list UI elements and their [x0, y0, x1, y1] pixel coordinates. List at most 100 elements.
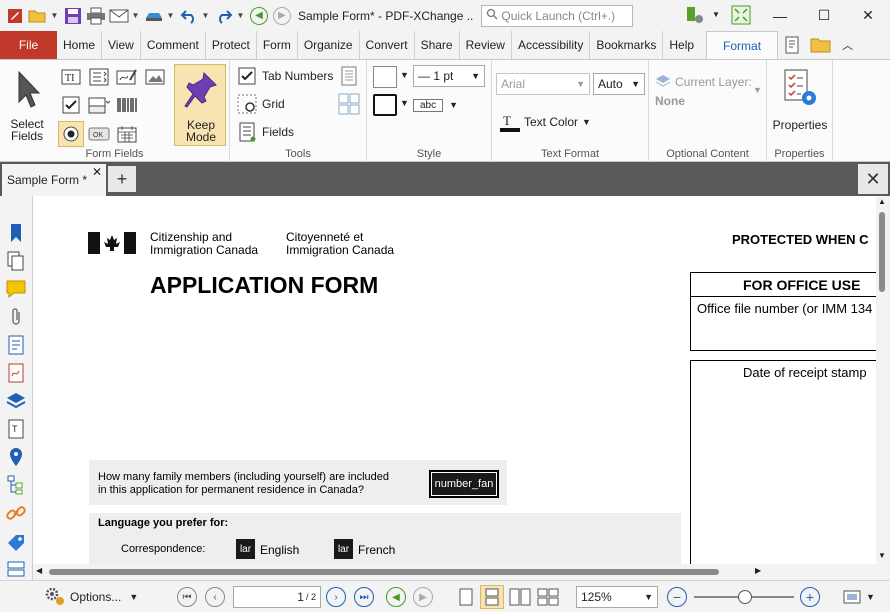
properties-button[interactable]: Properties: [771, 64, 829, 134]
zoom-out-button[interactable]: −: [667, 587, 687, 607]
comments-icon[interactable]: [5, 278, 27, 300]
tab-protect[interactable]: Protect: [206, 31, 257, 59]
tab-view[interactable]: View: [102, 31, 141, 59]
chevron-down-icon[interactable]: ▼: [236, 11, 245, 20]
last-page-button[interactable]: ⏭: [354, 587, 374, 607]
tab-comment[interactable]: Comment: [141, 31, 206, 59]
new-tab-button[interactable]: +: [108, 166, 136, 192]
forward-view-button[interactable]: ▶: [413, 587, 433, 607]
grid-button[interactable]: Grid: [262, 97, 285, 111]
chevron-down-icon[interactable]: ▼: [166, 11, 175, 20]
tab-form[interactable]: Form: [257, 31, 298, 59]
continuous-facing-view-button[interactable]: [536, 586, 560, 608]
scroll-left-icon[interactable]: ◀: [36, 566, 42, 575]
attachments-icon[interactable]: [5, 306, 27, 328]
scroll-right-icon[interactable]: ▶: [755, 566, 761, 575]
tags-icon[interactable]: [5, 532, 27, 554]
text-field-icon[interactable]: TI: [60, 66, 82, 88]
bookmarks-icon[interactable]: [5, 222, 27, 244]
border-color-picker[interactable]: [373, 94, 397, 116]
font-combo[interactable]: Arial ▼: [496, 73, 590, 95]
checkbox-icon[interactable]: [60, 94, 82, 116]
chevron-down-icon[interactable]: ▼: [400, 70, 409, 80]
vertical-scrollbar[interactable]: ▲ ▼: [876, 196, 890, 564]
chevron-down-icon[interactable]: ▼: [712, 10, 720, 19]
page-number-input[interactable]: 1 / 2: [233, 586, 321, 608]
line-width-combo[interactable]: — 1 pt ▼: [413, 65, 485, 87]
horizontal-scroll-thumb[interactable]: [49, 569, 719, 575]
scan-icon[interactable]: [143, 5, 165, 27]
zoom-combo[interactable]: 125% ▼: [576, 586, 658, 608]
facing-view-button[interactable]: [508, 586, 532, 608]
signatures-icon[interactable]: [5, 362, 27, 384]
chevron-down-icon[interactable]: ▼: [866, 592, 875, 602]
links-icon[interactable]: [5, 502, 27, 524]
fields-panel-icon[interactable]: [5, 560, 27, 582]
combo-box-icon[interactable]: [88, 94, 110, 116]
document-viewport[interactable]: Citizenship and Immigration Canada Citoy…: [33, 196, 876, 564]
email-icon[interactable]: [108, 5, 130, 27]
maximize-button[interactable]: ☐: [802, 0, 846, 31]
save-icon[interactable]: [62, 5, 84, 27]
chevron-down-icon[interactable]: ▼: [582, 117, 591, 127]
next-page-button[interactable]: ›: [326, 587, 346, 607]
folder-icon[interactable]: [810, 31, 832, 59]
current-layer-value[interactable]: None: [655, 94, 685, 108]
tab-format[interactable]: Format: [706, 31, 779, 59]
close-tab-icon[interactable]: ✕: [92, 165, 102, 179]
tab-bookmarks[interactable]: Bookmarks: [590, 31, 664, 59]
signature-icon[interactable]: [116, 66, 138, 88]
radio-button-icon[interactable]: [58, 121, 84, 147]
close-button[interactable]: ✕: [846, 0, 890, 31]
push-button-icon[interactable]: OK: [88, 123, 110, 145]
collapse-ribbon-icon[interactable]: ︿: [842, 31, 853, 59]
text-color-button[interactable]: Text Color: [524, 115, 578, 129]
customize-icon[interactable]: [684, 4, 706, 26]
close-document-button[interactable]: ✕: [858, 164, 888, 194]
continuous-view-button[interactable]: [480, 585, 504, 609]
fields-button[interactable]: Fields: [262, 125, 294, 139]
chevron-down-icon[interactable]: ▼: [201, 11, 210, 20]
first-page-button[interactable]: ⏮: [177, 587, 197, 607]
vertical-scroll-thumb[interactable]: [879, 212, 885, 292]
scroll-down-icon[interactable]: ▼: [878, 551, 886, 560]
back-view-button[interactable]: ◀: [386, 587, 406, 607]
select-fields-button[interactable]: Select Fields: [4, 64, 50, 146]
redo-icon[interactable]: [213, 5, 235, 27]
destinations-icon[interactable]: [5, 446, 27, 468]
print-icon[interactable]: [85, 5, 107, 27]
previous-page-button[interactable]: ‹: [205, 587, 225, 607]
tab-numbers-button[interactable]: Tab Numbers: [262, 69, 333, 83]
panel-icon[interactable]: [784, 31, 804, 59]
structure-icon[interactable]: [5, 474, 27, 496]
file-tab[interactable]: File: [0, 31, 57, 59]
content-icon[interactable]: T: [5, 418, 27, 440]
tab-organize[interactable]: Organize: [298, 31, 360, 59]
minimize-button[interactable]: —: [758, 0, 802, 31]
tab-review[interactable]: Review: [460, 31, 512, 59]
open-folder-icon[interactable]: [27, 5, 49, 27]
family-members-field[interactable]: number_fan: [429, 470, 499, 498]
tab-accessibility[interactable]: Accessibility: [512, 31, 591, 59]
tab-convert[interactable]: Convert: [360, 31, 415, 59]
options-button[interactable]: Options... ▼: [44, 586, 138, 608]
chevron-down-icon[interactable]: ▼: [753, 85, 762, 95]
barcode-icon[interactable]: [116, 94, 138, 116]
fullscreen-icon[interactable]: [730, 4, 752, 26]
horizontal-scrollbar[interactable]: ◀ ▶: [33, 564, 890, 580]
document-properties-icon[interactable]: [5, 334, 27, 356]
chevron-down-icon[interactable]: ▼: [400, 98, 409, 108]
back-icon[interactable]: ◀: [248, 5, 270, 27]
app-logo-icon[interactable]: [4, 5, 26, 27]
date-field-icon[interactable]: [116, 123, 138, 145]
tab-home[interactable]: Home: [57, 31, 103, 59]
single-page-view-button[interactable]: [456, 586, 476, 608]
zoom-in-button[interactable]: +: [800, 587, 820, 607]
list-box-icon[interactable]: [88, 66, 110, 88]
tab-help[interactable]: Help: [663, 31, 700, 59]
image-field-icon[interactable]: [144, 66, 166, 88]
fullscreen-button[interactable]: [842, 587, 862, 607]
zoom-slider-thumb[interactable]: [738, 590, 752, 604]
zoom-slider[interactable]: [694, 590, 794, 604]
fill-color-picker[interactable]: [373, 66, 397, 88]
